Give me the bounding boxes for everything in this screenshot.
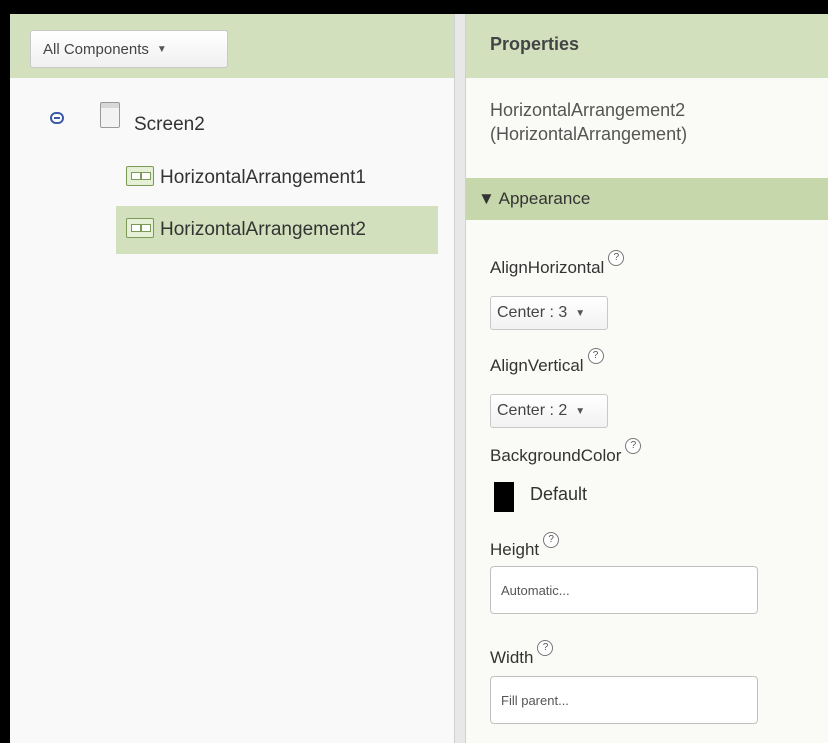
align-horizontal-label-text: AlignHorizontal [490,258,605,277]
help-icon[interactable]: ? [537,640,554,656]
height-field[interactable]: Automatic... [490,566,758,614]
align-vertical-select[interactable]: Center : 2 ▼ [490,394,608,428]
components-header: All Components ▼ [10,14,454,78]
help-icon[interactable]: ? [608,250,625,266]
help-icon[interactable]: ? [625,438,642,454]
collapse-toggle-icon[interactable] [50,112,64,124]
help-icon[interactable]: ? [543,532,560,548]
align-vertical-label-text: AlignVertical [490,356,584,375]
width-label-text: Width [490,648,534,667]
width-label: Width? [490,640,554,668]
align-vertical-label: AlignVertical? [490,348,604,376]
appearance-section-header[interactable]: ▼ Appearance [466,178,828,220]
height-label-text: Height [490,540,540,559]
tree-item-horizontalarrangement2[interactable]: HorizontalArrangement2 [160,219,366,241]
tree-item-horizontalarrangement1[interactable]: HorizontalArrangement1 [160,167,366,189]
background-color-label-text: BackgroundColor [490,446,622,465]
align-horizontal-value: Center : 3 [497,304,568,321]
screen-icon [100,102,120,128]
caret-down-icon: ▼ [156,43,167,55]
dropdown-label: All Components [43,40,149,58]
width-field[interactable]: Fill parent... [490,676,758,724]
component-name-line1: HorizontalArrangement2 [490,100,686,120]
caret-down-icon: ▼ [575,307,586,319]
properties-header: Properties [466,14,828,78]
help-icon[interactable]: ? [587,348,604,364]
caret-down-icon: ▼ [575,405,586,417]
designer-panels: All Components ▼ Screen2 HorizontalArran… [10,14,828,743]
panel-divider[interactable] [454,14,466,743]
horizontal-arrangement-icon [126,166,154,186]
background-color-swatch[interactable] [494,482,514,512]
height-label: Height? [490,532,560,560]
properties-title: Properties [490,34,580,54]
align-horizontal-label: AlignHorizontal? [490,250,625,278]
all-components-dropdown[interactable]: All Components ▼ [30,30,228,68]
selected-component-name: HorizontalArrangement2 (HorizontalArrang… [490,98,687,146]
align-horizontal-select[interactable]: Center : 3 ▼ [490,296,608,330]
component-type-line2: (HorizontalArrangement) [490,124,688,144]
properties-panel: Properties HorizontalArrangement2 (Horiz… [466,14,828,743]
tree-item-screen2[interactable]: Screen2 [134,114,205,136]
background-color-value[interactable]: Default [530,484,587,505]
components-panel: All Components ▼ Screen2 HorizontalArran… [10,14,454,743]
horizontal-arrangement-icon [126,218,154,238]
appearance-section-label: ▼ Appearance [478,189,591,208]
align-vertical-value: Center : 2 [497,402,568,419]
background-color-label: BackgroundColor? [490,438,642,466]
